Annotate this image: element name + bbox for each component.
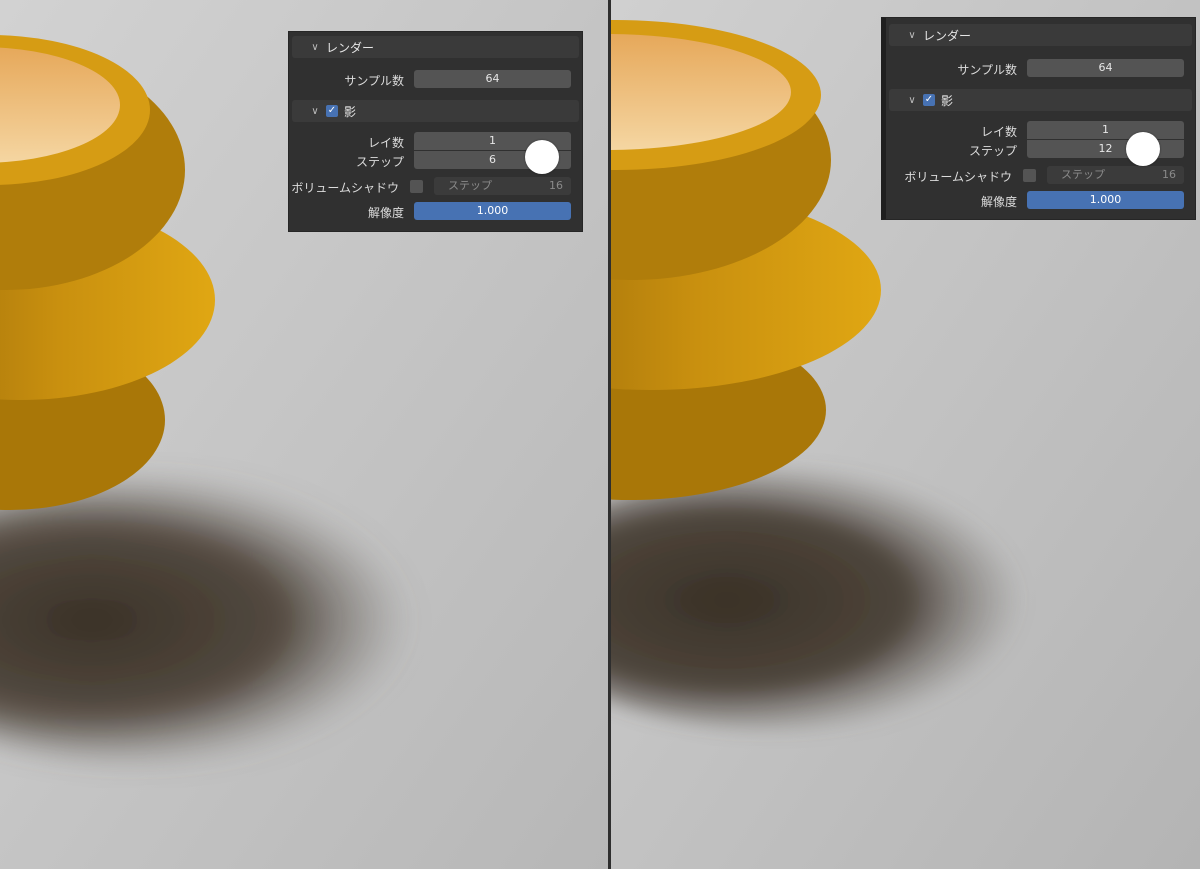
rays-label: レイ数 (367, 136, 404, 150)
shadow-section-header[interactable]: ∨ ✓ 影 (889, 89, 1192, 111)
shadow-section-title: 影 (344, 104, 357, 119)
volume-shadow-label: ボリュームシャドウ (291, 181, 399, 195)
cursor-highlight (525, 140, 559, 174)
volume-shadow-steps-label: ステップ (448, 179, 492, 192)
chevron-down-icon: ∨ (908, 94, 916, 106)
volume-shadow-checkbox[interactable] (410, 180, 423, 193)
render-section-header[interactable]: ∨ レンダー (292, 36, 579, 58)
steps-label: ステップ (355, 155, 404, 169)
render-section-title: レンダー (326, 40, 375, 55)
chevron-down-icon: ∨ (908, 29, 916, 41)
volume-shadow-steps-value: 16 (1162, 168, 1176, 181)
volume-shadow-steps-field[interactable]: ステップ 16 (1047, 166, 1184, 184)
rays-field[interactable]: 1 (1027, 121, 1184, 139)
volume-shadow-steps-field[interactable]: ステップ 16 (434, 177, 571, 195)
volume-shadow-steps-value: 16 (549, 179, 563, 192)
volume-shadow-label: ボリュームシャドウ (904, 170, 1012, 184)
shadow-checkbox[interactable]: ✓ (326, 105, 338, 117)
render-preview-right: ∨ レンダー サンプル数 64 ∨ ✓ 影 レイ数 1 ステップ 12 ボリュー… (611, 0, 1200, 869)
resolution-row: 解像度 1.000 (289, 202, 582, 221)
samples-row: サンプル数 64 (886, 59, 1195, 78)
resolution-field[interactable]: 1.000 (414, 202, 571, 220)
chevron-down-icon: ∨ (311, 41, 319, 53)
steps-label: ステップ (968, 144, 1017, 158)
shadow-section-title: 影 (941, 93, 954, 108)
samples-field[interactable]: 64 (1027, 59, 1184, 77)
render-settings-panel: ∨ レンダー サンプル数 64 ∨ ✓ 影 レイ数 1 ステップ 6 ボリューム… (288, 31, 583, 232)
shadow-section-header[interactable]: ∨ ✓ 影 (292, 100, 579, 122)
render-preview-left: ∨ レンダー サンプル数 64 ∨ ✓ 影 レイ数 1 ステップ 6 ボリューム… (0, 0, 608, 869)
resolution-row: 解像度 1.000 (886, 191, 1195, 210)
volume-shadow-steps-label: ステップ (1061, 168, 1105, 181)
samples-row: サンプル数 64 (289, 70, 582, 89)
samples-label: サンプル数 (344, 74, 404, 88)
rays-label: レイ数 (980, 125, 1017, 139)
volume-shadow-row: ボリュームシャドウ ステップ 16 (886, 166, 1195, 185)
render-section-header[interactable]: ∨ レンダー (889, 24, 1192, 46)
resolution-field[interactable]: 1.000 (1027, 191, 1184, 209)
resolution-label: 解像度 (367, 206, 404, 220)
samples-label: サンプル数 (957, 63, 1017, 77)
cursor-highlight (1126, 132, 1160, 166)
resolution-label: 解像度 (980, 195, 1017, 209)
shadow-checkbox[interactable]: ✓ (923, 94, 935, 106)
volume-shadow-row: ボリュームシャドウ ステップ 16 (289, 177, 582, 196)
render-section-title: レンダー (923, 28, 972, 43)
comparison-stage: ∨ レンダー サンプル数 64 ∨ ✓ 影 レイ数 1 ステップ 6 ボリューム… (0, 0, 1200, 869)
render-settings-panel: ∨ レンダー サンプル数 64 ∨ ✓ 影 レイ数 1 ステップ 12 ボリュー… (881, 17, 1196, 220)
chevron-down-icon: ∨ (311, 105, 319, 117)
steps-field[interactable]: 12 (1027, 140, 1184, 158)
samples-field[interactable]: 64 (414, 70, 571, 88)
volume-shadow-checkbox[interactable] (1023, 169, 1036, 182)
